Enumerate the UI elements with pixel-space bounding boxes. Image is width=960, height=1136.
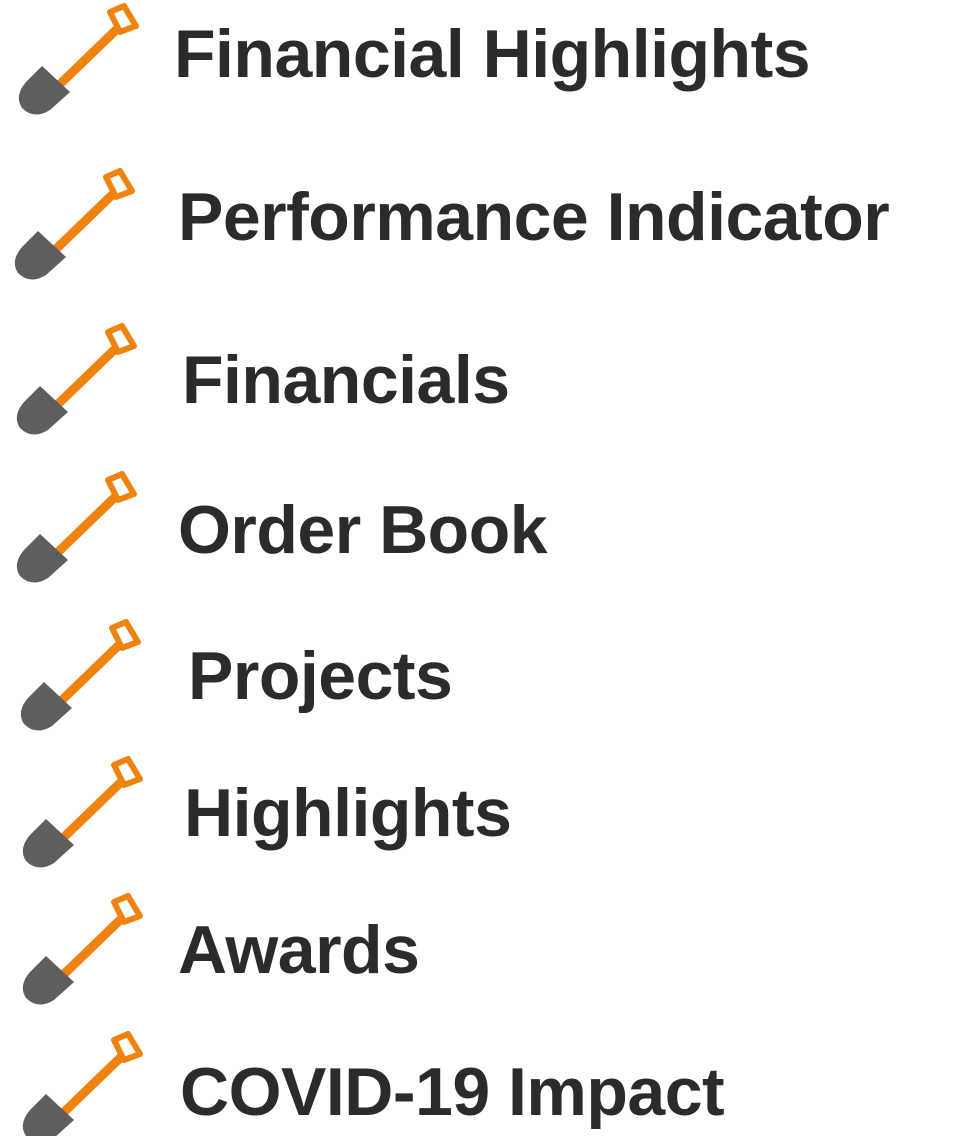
agenda-item-label: Order Book [178, 492, 548, 568]
agenda-item-label: Projects [188, 638, 453, 714]
shovel-icon [22, 1031, 143, 1136]
shovel-icon [22, 893, 143, 1005]
agenda-item-highlights[interactable]: Highlights [0, 755, 960, 875]
shovel-icon [20, 619, 141, 731]
shovel-icon [18, 3, 139, 115]
agenda-item-label: COVID-19 Impact [180, 1054, 725, 1130]
agenda-page: Financial Highlights Performance Indicat… [0, 0, 960, 1136]
agenda-item-projects[interactable]: Projects [0, 618, 960, 738]
agenda-item-performance-indicator[interactable]: Performance Indicator [0, 165, 960, 285]
shovel-icon [22, 756, 143, 868]
agenda-item-awards[interactable]: Awards [0, 890, 960, 1010]
shovel-icon [16, 323, 137, 435]
shovel-icon [16, 471, 137, 583]
agenda-item-label: Awards [178, 912, 420, 988]
agenda-item-financial-highlights[interactable]: Financial Highlights [0, 0, 960, 120]
agenda-item-label: Financials [182, 342, 510, 418]
agenda-item-label: Financial Highlights [174, 16, 811, 92]
agenda-item-label: Performance Indicator [178, 179, 890, 255]
agenda-item-financials[interactable]: Financials [0, 322, 960, 442]
agenda-item-order-book[interactable]: Order Book [0, 470, 960, 590]
agenda-item-covid-19-impact[interactable]: COVID-19 Impact [0, 1028, 960, 1136]
agenda-item-label: Highlights [184, 775, 512, 851]
shovel-icon [14, 168, 135, 280]
